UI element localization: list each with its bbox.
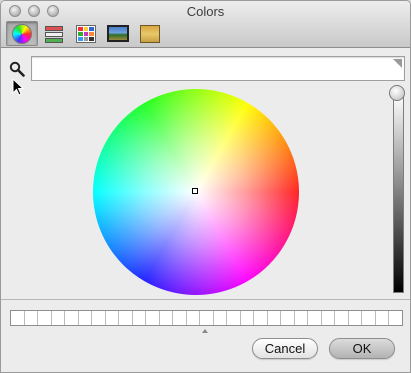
color-swatch[interactable] (308, 311, 322, 325)
color-swatches[interactable] (10, 310, 403, 326)
color-swatch[interactable] (348, 311, 363, 325)
color-swatch[interactable] (92, 311, 106, 325)
swatch-resize-grip-icon[interactable] (202, 328, 208, 333)
color-swatch[interactable] (105, 311, 120, 325)
color-swatch[interactable] (254, 311, 268, 325)
color-swatch[interactable] (227, 311, 241, 325)
color-swatch[interactable] (119, 311, 133, 325)
title-toolbar: Colors (1, 1, 410, 48)
colors-window: Colors Cancel OK (0, 0, 411, 373)
color-swatch[interactable] (186, 311, 201, 325)
cancel-button[interactable]: Cancel (252, 338, 318, 359)
color-mode-toolbar (6, 21, 166, 46)
tab-color-wheel[interactable] (6, 21, 38, 46)
color-swatch[interactable] (281, 311, 295, 325)
color-swatch[interactable] (173, 311, 187, 325)
color-swatch[interactable] (78, 311, 93, 325)
brightness-slider[interactable] (393, 93, 404, 293)
color-swatch[interactable] (335, 311, 349, 325)
ok-button[interactable]: OK (329, 338, 395, 359)
color-swatch[interactable] (11, 311, 25, 325)
color-wheel-selector[interactable] (192, 188, 198, 194)
color-swatch[interactable] (38, 311, 52, 325)
color-swatch[interactable] (132, 311, 147, 325)
color-swatch[interactable] (24, 311, 39, 325)
color-swatch[interactable] (51, 311, 66, 325)
color-wheel-icon (12, 23, 32, 44)
color-swatch[interactable] (240, 311, 255, 325)
color-swatch[interactable] (267, 311, 282, 325)
tab-color-palettes[interactable] (70, 21, 102, 46)
color-swatch[interactable] (375, 311, 390, 325)
color-swatch[interactable] (362, 311, 376, 325)
brightness-slider-knob[interactable] (389, 85, 405, 101)
color-swatch[interactable] (321, 311, 336, 325)
tab-image-palettes[interactable] (102, 21, 134, 46)
color-sliders-icon (43, 25, 65, 43)
color-wheel[interactable] (93, 89, 299, 295)
search-corner-icon (393, 59, 402, 68)
crayons-icon (140, 24, 160, 43)
tab-color-sliders[interactable] (38, 21, 70, 46)
color-swatch[interactable] (200, 311, 214, 325)
tab-crayons[interactable] (134, 21, 166, 46)
color-swatch[interactable] (389, 311, 402, 325)
window-title: Colors (186, 4, 225, 19)
color-swatch[interactable] (65, 311, 79, 325)
color-swatch[interactable] (294, 311, 309, 325)
color-swatch[interactable] (146, 311, 160, 325)
color-search-field[interactable] (31, 56, 405, 81)
magnifier-icon[interactable] (9, 61, 25, 77)
color-palettes-icon (76, 24, 96, 43)
color-swatch[interactable] (213, 311, 228, 325)
mouse-pointer-icon (12, 78, 24, 96)
color-swatch[interactable] (159, 311, 174, 325)
image-palettes-icon (107, 25, 129, 42)
divider (1, 299, 410, 300)
